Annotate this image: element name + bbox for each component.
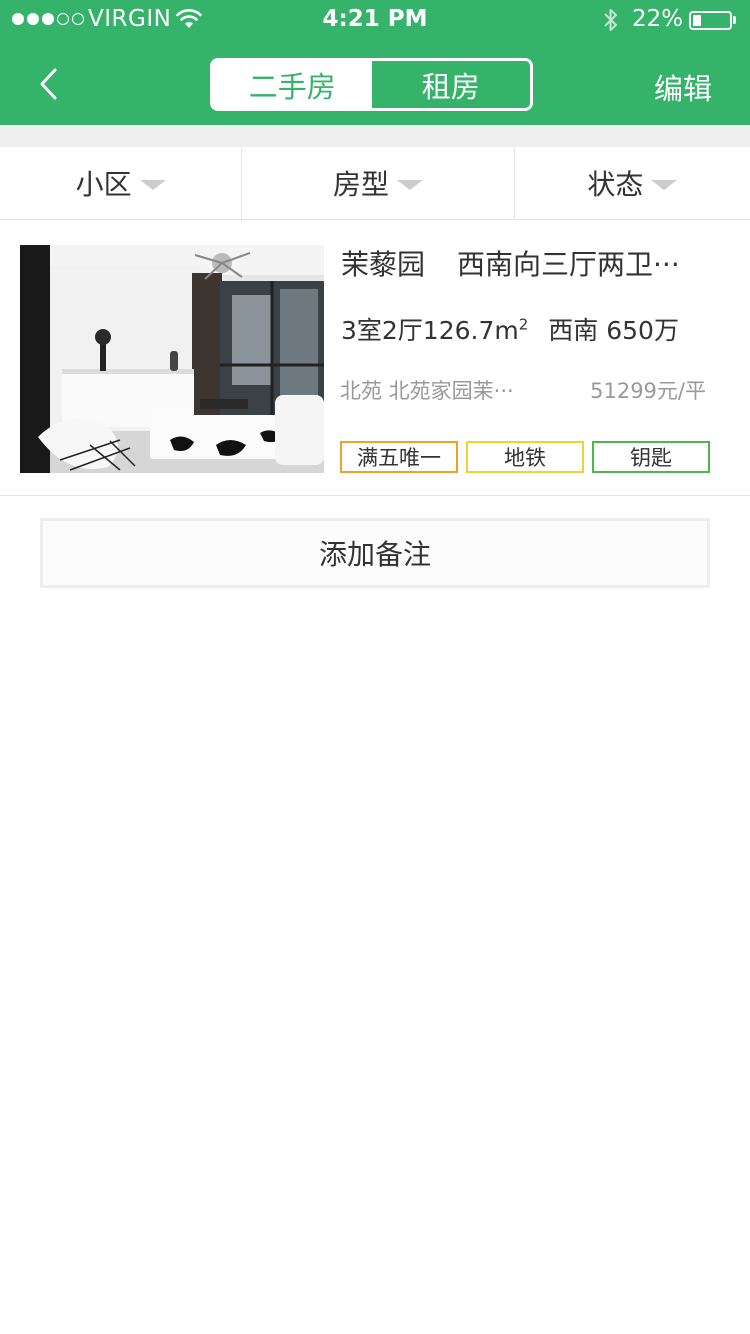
- filter-label: 小区: [75, 168, 132, 201]
- battery-level: [693, 15, 701, 26]
- filter-label: 状态: [587, 168, 644, 201]
- listing-title: 茉藜园 西南向三厅两卫···: [341, 243, 731, 283]
- bluetooth-icon: [604, 9, 617, 31]
- area-unit-superscript: 2: [518, 315, 529, 334]
- chevron-left-icon[interactable]: [36, 66, 62, 102]
- battery-tip: [733, 16, 736, 24]
- filter-community[interactable]: 小区: [0, 147, 241, 219]
- tag-five-years-only-home: 满五唯一: [340, 441, 458, 473]
- status-bar: VIRGIN 4:21 PM 22%: [0, 0, 750, 40]
- listing-photo: [20, 245, 324, 473]
- listing-layout: 3室2厅126.7m: [341, 316, 519, 345]
- tab-rental[interactable]: 租房: [371, 61, 530, 108]
- section-separator: [0, 125, 750, 147]
- listing-unit-price: 51299元/平: [590, 379, 706, 403]
- header: VIRGIN 4:21 PM 22% 二手房 租房 编辑: [0, 0, 750, 125]
- listing-orientation-price: 西南 650万: [548, 316, 679, 345]
- listing-specs: 3室2厅126.7m2 西南 650万: [341, 311, 679, 347]
- listing-location: 北苑 北苑家园茉···: [340, 379, 514, 403]
- listing-type-segmented-control: 二手房 租房: [210, 58, 533, 111]
- tag-subway: 地铁: [466, 441, 584, 473]
- edit-button[interactable]: 编辑: [654, 66, 712, 108]
- filter-label: 房型: [332, 168, 389, 201]
- tab-second-hand[interactable]: 二手房: [213, 61, 372, 108]
- filter-room-type[interactable]: 房型: [241, 147, 513, 219]
- battery-icon: [689, 11, 732, 30]
- dropdown-caret-icon: [651, 180, 678, 190]
- dropdown-caret-icon: [139, 180, 166, 190]
- tag-key-available: 钥匙: [592, 441, 710, 473]
- listing-headline: 西南向三厅两卫···: [457, 248, 680, 281]
- dropdown-caret-icon: [397, 180, 423, 190]
- add-note-button[interactable]: 添加备注: [40, 518, 710, 588]
- filter-bar: 小区 房型 状态: [0, 147, 750, 220]
- listing-community: 茉藜园: [341, 248, 426, 281]
- battery-percentage: 22%: [632, 6, 684, 32]
- filter-status[interactable]: 状态: [513, 147, 750, 219]
- listing-item[interactable]: 茉藜园 西南向三厅两卫··· 3室2厅126.7m2 西南 650万 北苑 北苑家园…: [0, 219, 750, 496]
